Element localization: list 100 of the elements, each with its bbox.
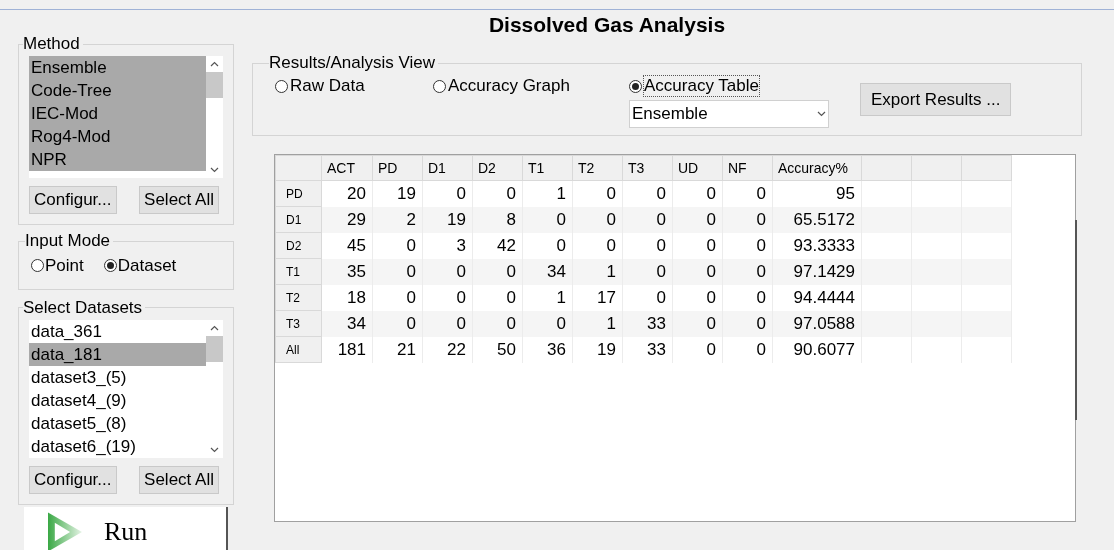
table-cell: 65.5172: [772, 206, 862, 233]
column-header: T2: [572, 155, 623, 181]
table-cell: 45: [321, 232, 373, 259]
table-cell: 0: [722, 284, 773, 311]
column-header: UD: [672, 155, 723, 181]
table-cell: 0: [672, 258, 723, 285]
table-cell: 0: [722, 258, 773, 285]
table-cell: 0: [722, 180, 773, 207]
list-item[interactable]: Rog4-Mod: [29, 125, 206, 148]
table-cell: 94.4444: [772, 284, 862, 311]
table-cell: 34: [321, 310, 373, 337]
table-cell: 3: [422, 232, 473, 259]
list-item[interactable]: data_181: [29, 342, 206, 366]
column-header: T1: [522, 155, 573, 181]
row-header: D2: [275, 232, 322, 259]
table-cell: 0: [722, 310, 773, 337]
table-cell: 8: [472, 206, 523, 233]
radio-label[interactable]: Accuracy Table: [643, 75, 760, 97]
table-cell: 18: [321, 284, 373, 311]
radio-label[interactable]: Accuracy Graph: [447, 75, 571, 97]
radio-label[interactable]: Point: [45, 253, 84, 279]
column-header: D1: [422, 155, 473, 181]
table-cell: 19: [372, 180, 423, 207]
list-item[interactable]: Ensemble: [29, 56, 206, 79]
table-cell: 0: [622, 180, 673, 207]
column-header: T3: [622, 155, 673, 181]
table-cell: 1: [522, 284, 573, 311]
table-cell: 0: [672, 232, 723, 259]
table-cell: 50: [472, 336, 523, 363]
table-cell: 0: [722, 232, 773, 259]
table-cell: 0: [522, 206, 573, 233]
column-header: NF: [722, 155, 773, 181]
table-cell: 97.0588: [772, 310, 862, 337]
row-header: T1: [275, 258, 322, 285]
table-cell: 17: [572, 284, 623, 311]
table-cell: 0: [472, 180, 523, 207]
button[interactable]: Configur...: [29, 465, 117, 494]
table-cell: 21: [372, 336, 423, 363]
table-cell: 0: [672, 206, 723, 233]
table-cell: 0: [372, 232, 423, 259]
table-cell: 42: [472, 232, 523, 259]
table-cell: 0: [672, 284, 723, 311]
table-cell: 0: [672, 180, 723, 207]
table-cell: 0: [572, 232, 623, 259]
table-cell: 36: [522, 336, 573, 363]
table-cell: 90.6077: [772, 336, 862, 363]
table-cell: 0: [672, 310, 723, 337]
table-cell: 35: [321, 258, 373, 285]
row-header: All: [275, 336, 322, 363]
radio-label[interactable]: Dataset: [117, 253, 177, 279]
button[interactable]: Select All: [139, 186, 219, 214]
table-cell: 1: [522, 180, 573, 207]
table-cell: 34: [522, 258, 573, 285]
table-cell: 20: [321, 180, 373, 207]
group-label: Results/Analysis View: [269, 53, 436, 72]
group-label: Method: [23, 34, 81, 53]
table-cell: 93.3333: [772, 232, 862, 259]
table-cell: 0: [622, 258, 673, 285]
table-cell: 33: [622, 310, 673, 337]
table-cell: 0: [522, 232, 573, 259]
export-button[interactable]: Export Results ...: [860, 83, 1012, 116]
table-cell: 33: [622, 336, 673, 363]
table-cell: 0: [472, 258, 523, 285]
list-item[interactable]: NPR: [29, 148, 206, 171]
table-cell: 0: [522, 310, 573, 337]
button[interactable]: Select All: [139, 465, 219, 494]
group-label: Input Mode: [25, 231, 112, 250]
table-cell: 0: [422, 180, 473, 207]
table-cell: 95: [772, 180, 862, 207]
window-title: Dissolved Gas Analysis: [487, 12, 727, 38]
table-cell: 1: [572, 310, 623, 337]
list-item[interactable]: IEC-Mod: [29, 102, 206, 125]
table-cell: 0: [422, 284, 473, 311]
table-cell: 0: [672, 336, 723, 363]
table-cell: 0: [372, 310, 423, 337]
table-cell: 0: [472, 310, 523, 337]
table-cell: 0: [572, 206, 623, 233]
table-cell: 0: [472, 284, 523, 311]
radio-label[interactable]: Raw Data: [289, 75, 366, 97]
table-cell: 19: [422, 206, 473, 233]
run-button[interactable]: Run: [24, 506, 228, 550]
table-cell: 29: [321, 206, 373, 233]
column-header: ACT: [321, 155, 373, 181]
button[interactable]: Configur...: [29, 186, 117, 214]
row-header: D1: [275, 206, 322, 233]
table-cell: 0: [372, 284, 423, 311]
table-cell: 0: [572, 180, 623, 207]
column-header: PD: [372, 155, 423, 181]
table-cell: 0: [372, 258, 423, 285]
table-cell: 2: [372, 206, 423, 233]
dropdown[interactable]: Ensemble: [629, 100, 829, 128]
table-cell: 0: [722, 206, 773, 233]
table-cell: 1: [572, 258, 623, 285]
table-cell: 0: [622, 232, 673, 259]
table-cell: 0: [422, 258, 473, 285]
row-header: T3: [275, 310, 322, 337]
table-cell: 97.1429: [772, 258, 862, 285]
table-cell: 22: [422, 336, 473, 363]
table-cell: 0: [422, 310, 473, 337]
list-item[interactable]: Code-Tree: [29, 79, 206, 102]
